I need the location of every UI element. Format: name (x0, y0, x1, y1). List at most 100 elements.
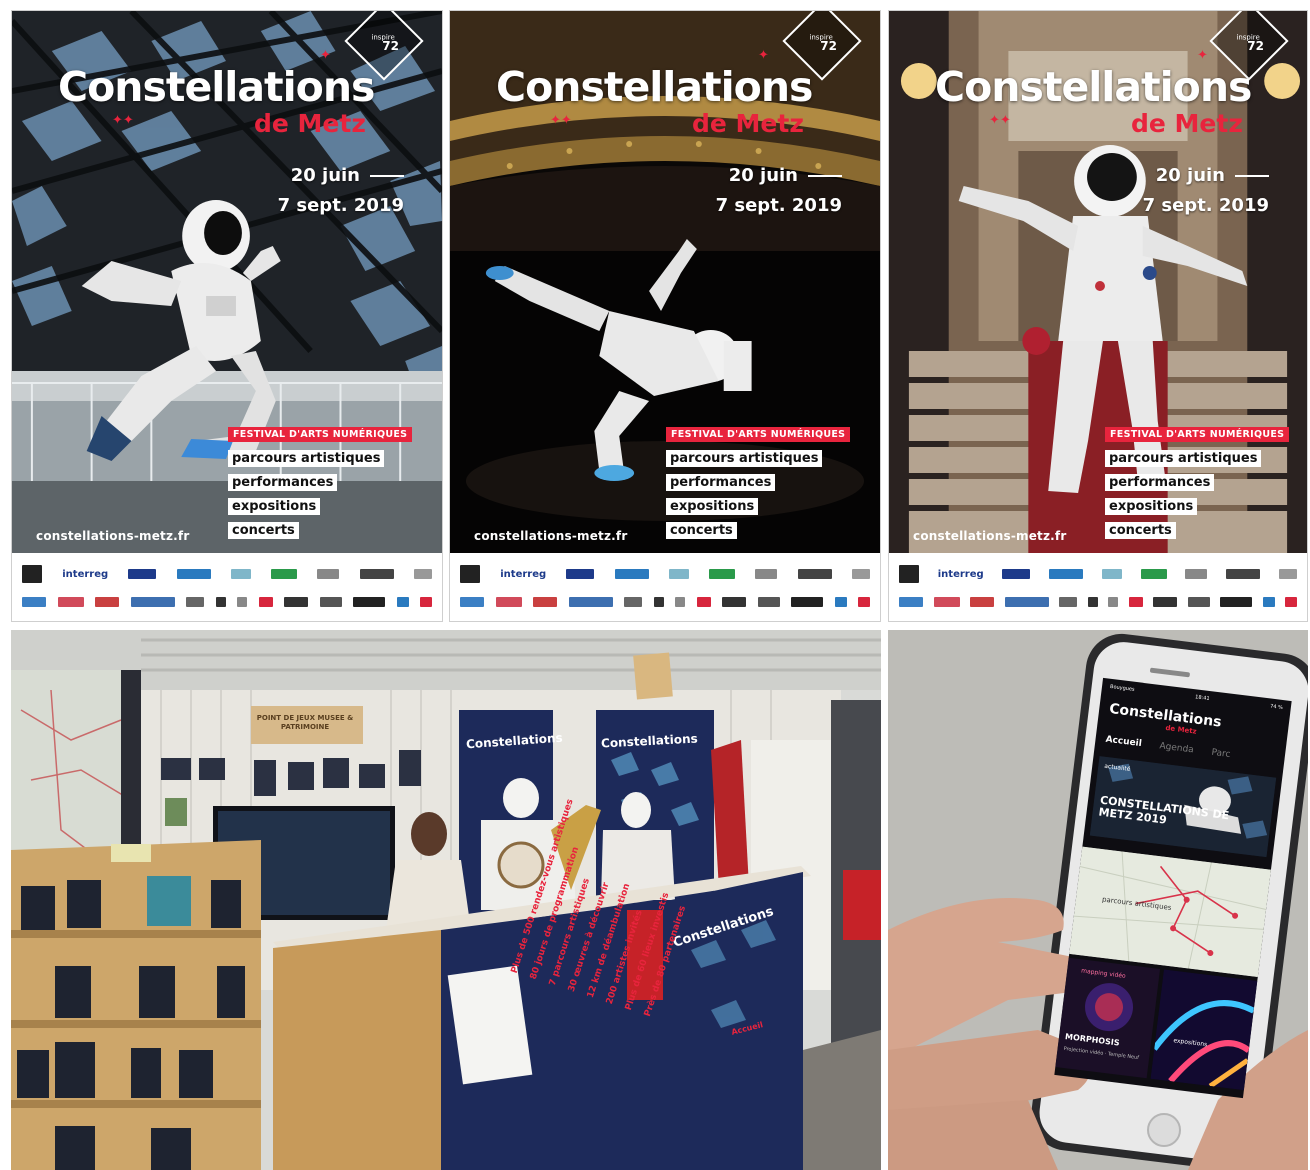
tag-item: expositions (1105, 498, 1198, 515)
partner-logo-icon (271, 569, 298, 579)
partner-logo-icon (22, 597, 46, 607)
star-decoration-icon: ✦ (758, 48, 769, 63)
program-tags: parcours artistiques performances exposi… (228, 450, 385, 546)
partner-logo-icon (359, 569, 394, 579)
poster-title: Constellations (496, 63, 813, 111)
partner-logo-icon (1220, 597, 1252, 607)
date-end: 7 sept. 2019 (277, 195, 404, 216)
tag-item: expositions (666, 498, 759, 515)
partner-logos-strip: interreg (889, 553, 1307, 621)
festival-label: FESTIVAL D'ARTS NUMÉRIQUES (666, 427, 851, 442)
badge-mark: 72 (1247, 39, 1264, 54)
partner-logo-icon (1262, 597, 1275, 607)
partner-logo-icon (1087, 597, 1098, 607)
partner-logo-icon (57, 597, 84, 607)
tag-item: performances (666, 474, 776, 491)
star-decoration-icon: ✦✦ (112, 113, 134, 128)
poster-dates: 20 juin 7 sept. 2019 (1143, 161, 1269, 221)
metz-logo-icon (22, 565, 42, 583)
partner-logo-icon (258, 597, 273, 607)
tag-item: concerts (666, 522, 737, 539)
partner-logo-icon (1140, 569, 1167, 579)
nav-item-agenda[interactable]: Agenda (1159, 741, 1194, 755)
poster-dates: 20 juin 7 sept. 2019 (716, 161, 842, 221)
partner-logo-icon (1059, 597, 1077, 607)
event-card-expositions[interactable]: expositions (1150, 969, 1258, 1091)
tag-item: concerts (228, 522, 299, 539)
website-url: constellations-metz.fr (36, 529, 190, 543)
partner-logo-icon (396, 597, 409, 607)
partner-logo-icon (215, 597, 226, 607)
partner-logo-icon (709, 569, 736, 579)
partner-logo-icon (568, 597, 613, 607)
poster-astronaut-staircase: inspire 72 ✦ Constellations ✦✦ de Metz 2… (888, 10, 1308, 622)
poster-title: Constellations (935, 63, 1252, 111)
partner-logo-icon (230, 569, 251, 579)
partner-logo-icon (1101, 569, 1122, 579)
partner-logo-icon (755, 569, 778, 579)
partner-logo-icon (533, 597, 557, 607)
status-carrier: Bouygues (1109, 683, 1135, 693)
date-start: 20 juin (1143, 161, 1269, 191)
interreg-logo: interreg (937, 568, 984, 580)
partner-logo-icon (420, 597, 432, 607)
partner-logo-icon (797, 569, 832, 579)
partner-logo-icon (858, 597, 870, 607)
partner-logo-icon (186, 597, 204, 607)
partner-logo-icon (1278, 569, 1297, 579)
interreg-logo: interreg (62, 568, 109, 580)
partner-logo-icon (1153, 597, 1177, 607)
poster-subtitle: de Metz (254, 109, 366, 138)
grand-est-logo-icon (176, 569, 211, 579)
nav-item-accueil[interactable]: Accueil (1105, 735, 1142, 749)
partner-logo-icon (851, 569, 870, 579)
star-decoration-icon: ✦ (1197, 48, 1208, 63)
partner-logo-icon (970, 597, 994, 607)
nav-item-parcours[interactable]: Parc (1211, 748, 1231, 760)
booth-sign: POINT DE JEUX MUSEE & PATRIMOINE (256, 714, 354, 731)
hero-card[interactable]: actualité CONSTELLATIONS DE METZ 2019 (1089, 756, 1277, 858)
eu-flag-icon (566, 569, 595, 579)
partner-logo-icon (834, 597, 847, 607)
star-decoration-icon: ✦✦ (989, 113, 1011, 128)
partner-logo-icon (675, 597, 685, 607)
partner-logo-icon (95, 597, 119, 607)
poster-subtitle: de Metz (692, 109, 804, 138)
poster-dates: 20 juin 7 sept. 2019 (278, 161, 404, 221)
tag-item: performances (1105, 474, 1215, 491)
website-url: constellations-metz.fr (913, 529, 1067, 543)
date-start: 20 juin (278, 161, 404, 191)
partner-logo-icon (237, 597, 247, 607)
website-url: constellations-metz.fr (474, 529, 628, 543)
partner-logo-icon (1004, 597, 1049, 607)
status-battery: 74 % (1269, 703, 1284, 712)
eu-flag-icon (1002, 569, 1031, 579)
poster-title: Constellations (58, 63, 375, 111)
poster-subtitle: de Metz (1131, 109, 1243, 138)
partner-logo-icon (1226, 569, 1261, 579)
partner-logo-icon (495, 597, 522, 607)
date-end: 7 sept. 2019 (1142, 195, 1269, 216)
star-decoration-icon: ✦ (320, 48, 331, 63)
partner-logos-strip: interreg (12, 553, 442, 621)
event-card-morphosis[interactable]: mapping vidéo MORPHOSIS Projection vidéo… (1055, 957, 1161, 1079)
eu-flag-icon (128, 569, 157, 579)
program-tags: parcours artistiques performances exposi… (666, 450, 823, 546)
tag-item: parcours artistiques (228, 450, 385, 467)
badge-mark: 72 (382, 39, 399, 54)
metz-logo-icon (899, 565, 919, 583)
partner-logos-strip: interreg (450, 553, 880, 621)
interreg-logo: interreg (500, 568, 547, 580)
partner-logo-icon (933, 597, 960, 607)
tag-item: expositions (228, 498, 321, 515)
partner-logo-icon (130, 597, 175, 607)
metz-logo-icon (460, 565, 480, 583)
program-tags: parcours artistiques performances exposi… (1105, 450, 1262, 546)
partner-logo-icon (413, 569, 432, 579)
map-card[interactable]: parcours artistiques (1069, 846, 1271, 977)
partner-logo-icon (460, 597, 484, 607)
partner-logo-icon (757, 597, 780, 607)
status-time: 18:41 (1194, 694, 1210, 703)
partner-logo-icon (722, 597, 746, 607)
partner-logo-icon (1108, 597, 1118, 607)
